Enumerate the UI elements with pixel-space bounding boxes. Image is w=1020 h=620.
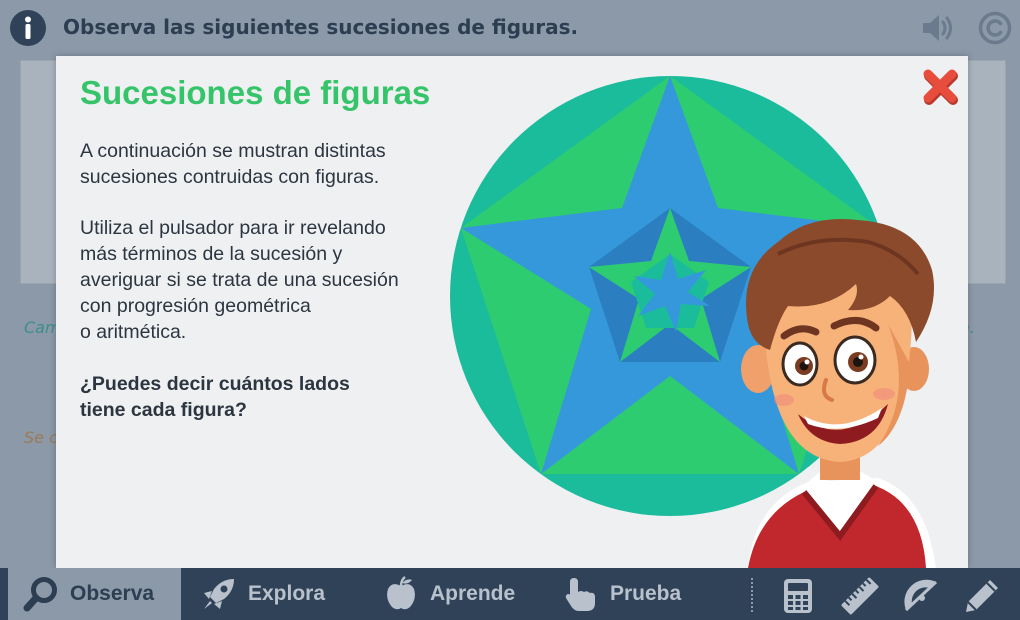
modal-title: Sucesiones de figuras <box>80 74 431 111</box>
text-line: tiene cada figura? <box>80 399 247 421</box>
pencil-icon[interactable] <box>962 576 1002 616</box>
nav-prueba[interactable]: Prueba <box>562 568 712 620</box>
text-line: sucesiones contruidas con figuras. <box>80 166 380 188</box>
apple-icon <box>387 576 415 610</box>
nav-explora[interactable]: Explora <box>200 568 350 620</box>
top-bar: Observa las siguientes sucesiones de fig… <box>0 0 1020 56</box>
protractor-icon[interactable] <box>902 576 942 616</box>
star-illustration <box>450 76 936 568</box>
text-line: A continuación se mustran distintas <box>80 140 386 162</box>
page-title: Observa las siguientes sucesiones de fig… <box>63 15 579 39</box>
bottom-nav: Observa Explora Aprende Prueba <box>0 568 1020 620</box>
hand-pointer-icon <box>565 578 595 611</box>
text-line: ¿Puedes decir cuántos lados <box>80 373 350 395</box>
text-line: más términos de la sucesión y <box>80 243 343 265</box>
nav-label: Explora <box>248 582 326 605</box>
magnifier-icon <box>23 577 57 612</box>
ruler-icon[interactable] <box>840 576 880 616</box>
info-icon[interactable] <box>10 10 46 46</box>
intro-modal: Sucesiones de figuras A continuación se … <box>56 56 968 568</box>
rocket-icon <box>204 579 234 609</box>
nav-observa[interactable]: Observa <box>8 568 181 620</box>
question-paragraph: ¿Puedes decir cuántos lados tiene cada f… <box>80 371 440 423</box>
nav-label: Observa <box>70 582 155 605</box>
speaker-icon[interactable] <box>920 12 956 44</box>
nav-divider <box>751 578 753 612</box>
text-line: con progresión geométrica <box>80 295 311 317</box>
background-text: Se c <box>24 428 58 447</box>
nav-label: Prueba <box>610 582 682 605</box>
text-line: Utiliza el pulsador para ir revelando <box>80 217 386 239</box>
text-line: o aritmética. <box>80 321 187 343</box>
nav-label: Aprende <box>430 582 516 605</box>
intro-paragraph: A continuación se mustran distintas suce… <box>80 138 440 190</box>
copyright-icon[interactable] <box>978 11 1012 45</box>
text-line: averiguar si se trata de una sucesión <box>80 269 399 291</box>
instructions-paragraph: Utiliza el pulsador para ir revelando má… <box>80 215 440 345</box>
nav-aprende[interactable]: Aprende <box>382 568 542 620</box>
calculator-icon[interactable] <box>778 576 818 616</box>
